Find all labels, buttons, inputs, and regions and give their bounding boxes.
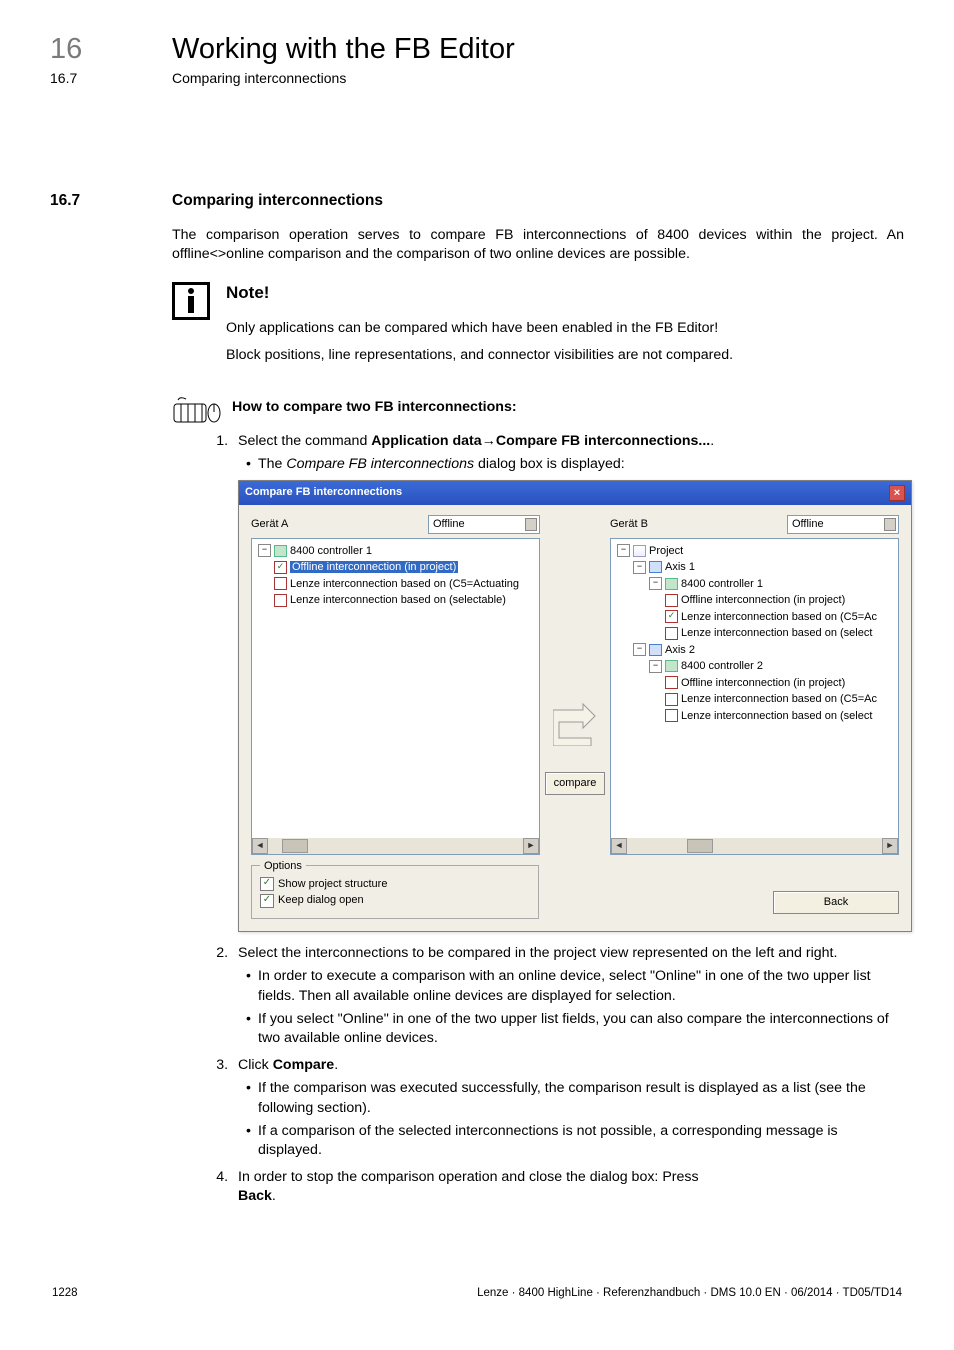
step-2-sub: If you select "Online" in one of the two…: [258, 1010, 904, 1048]
section-title-top: Comparing interconnections: [172, 69, 346, 88]
compare-button[interactable]: compare: [545, 772, 606, 795]
device-b-label: Gerät B: [610, 517, 787, 532]
step-3-sub: If a comparison of the selected intercon…: [258, 1122, 904, 1160]
device-b-mode-select[interactable]: Offline: [787, 515, 899, 534]
step-1: Select the command Application dataCompa…: [232, 432, 904, 933]
step-3: Click Compare. If the comparison was exe…: [232, 1056, 904, 1160]
mouse-icon: [172, 396, 222, 420]
section-heading: Comparing interconnections: [172, 191, 383, 212]
intro-paragraph: The comparison operation serves to compa…: [172, 226, 904, 264]
compare-dialog: Compare FB interconnections × Gerät A Of…: [238, 480, 912, 932]
back-button[interactable]: Back: [773, 891, 899, 914]
chapter-number: 16: [50, 30, 172, 69]
double-arrow-icon: [553, 702, 597, 746]
section-number-top: 16.7: [50, 69, 172, 88]
section-number: 16.7: [50, 191, 172, 212]
note-heading: Note!: [226, 282, 904, 305]
footer-meta: Lenze · 8400 HighLine · Referenzhandbuch…: [477, 1286, 902, 1302]
device-b-tree[interactable]: −Project −Axis 1 −8400 controller 1: [610, 538, 899, 855]
device-a-mode-select[interactable]: Offline: [428, 515, 540, 534]
note-box: Note! Only applications can be compared …: [172, 282, 904, 373]
keep-open-checkbox[interactable]: [260, 894, 274, 908]
divider: _ _ _ _ _ _ _ _ _ _ _ _ _ _ _ _ _ _ _ _ …: [50, 122, 904, 137]
device-a-tree[interactable]: −8400 controller 1 Offline interconnecti…: [251, 538, 540, 855]
note-line: Only applications can be compared which …: [226, 319, 904, 338]
chapter-title: Working with the FB Editor: [172, 30, 515, 69]
step-3-sub: If the comparison was executed successfu…: [258, 1079, 904, 1117]
dialog-title: Compare FB interconnections: [245, 485, 402, 501]
info-icon: [172, 282, 210, 320]
procedure-title: How to compare two FB interconnections:: [232, 398, 517, 417]
step-4: In order to stop the comparison operatio…: [232, 1168, 904, 1206]
device-a-label: Gerät A: [251, 517, 428, 532]
step-2-sub: In order to execute a comparison with an…: [258, 967, 904, 1005]
page-number: 1228: [52, 1286, 78, 1302]
show-structure-checkbox[interactable]: [260, 877, 274, 891]
close-icon[interactable]: ×: [889, 485, 905, 501]
step-1-sub: The Compare FB interconnections dialog b…: [258, 455, 904, 474]
step-2: Select the interconnections to be compar…: [232, 944, 904, 1048]
note-line: Block positions, line representations, a…: [226, 346, 904, 365]
options-group: Options Show project structure Keep dial…: [251, 865, 539, 920]
